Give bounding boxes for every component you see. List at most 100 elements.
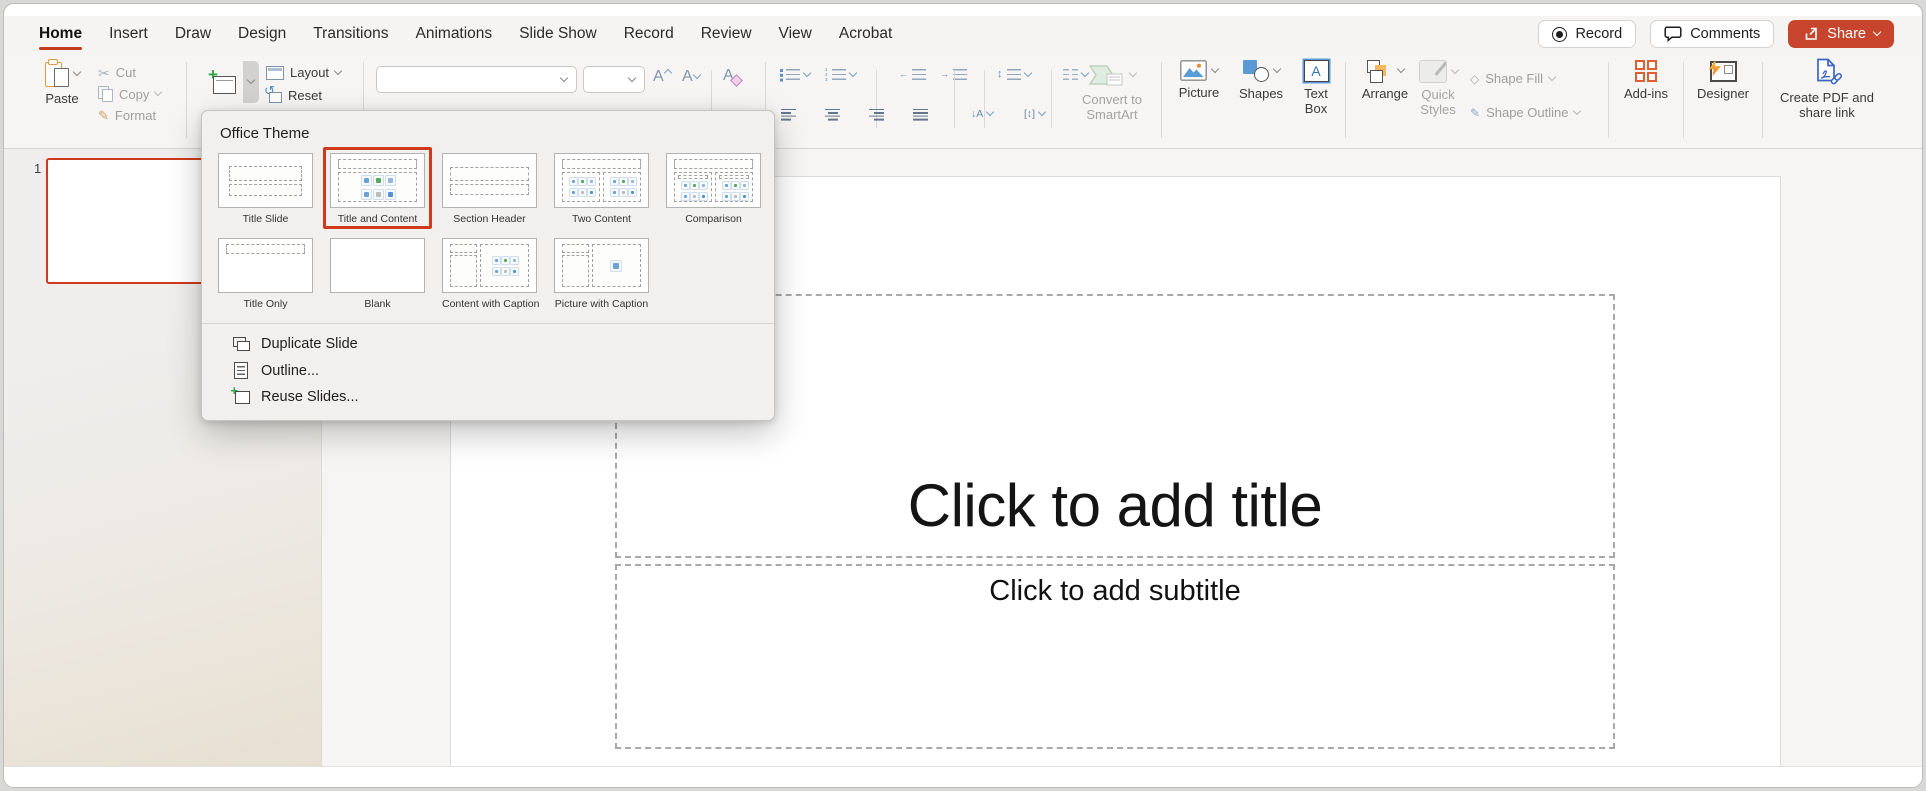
tab-view[interactable]: View xyxy=(779,25,812,43)
numbering-button[interactable] xyxy=(825,68,858,82)
decrease-font-size-button[interactable]: A xyxy=(682,69,701,85)
shape-outline-button[interactable]: ✎ Shape Outline xyxy=(1470,105,1582,120)
tab-record[interactable]: Record xyxy=(624,25,674,43)
text-direction-button[interactable]: ↓A xyxy=(971,108,995,120)
layout-label: Title and Content xyxy=(337,213,418,225)
share-label: Share xyxy=(1827,26,1866,42)
record-label: Record xyxy=(1575,26,1623,42)
menu-commands: Duplicate Slide Outline... Reuse Slides... xyxy=(202,331,774,410)
group-divider xyxy=(1161,62,1162,138)
copy-button[interactable]: Copy xyxy=(98,86,163,102)
reset-label: Reset xyxy=(288,88,322,103)
chevron-down-icon xyxy=(1210,64,1220,73)
chevron-down-icon xyxy=(1037,108,1047,117)
increase-font-size-button[interactable]: A xyxy=(653,69,672,85)
picture-button[interactable]: Picture xyxy=(1170,60,1228,101)
office-theme-header: Office Theme xyxy=(220,125,310,142)
arrange-button[interactable]: Arrange xyxy=(1354,60,1416,102)
subtitle-placeholder[interactable]: Click to add subtitle xyxy=(615,564,1615,749)
tab-slide-show[interactable]: Slide Show xyxy=(519,25,597,43)
comments-button[interactable]: Comments xyxy=(1650,20,1775,48)
quick-styles-label: Quick Styles xyxy=(1420,87,1456,117)
layout-thumbnail xyxy=(442,153,537,208)
group-divider xyxy=(186,62,187,138)
font-name-select[interactable] xyxy=(376,66,577,93)
layout-two-content[interactable]: Two Content xyxy=(554,153,649,225)
title-placeholder-text: Click to add title xyxy=(907,472,1323,539)
chevron-down-icon xyxy=(1128,68,1138,78)
comments-label: Comments xyxy=(1690,26,1761,42)
tab-home[interactable]: Home xyxy=(39,25,83,50)
menu-item-label: Outline... xyxy=(261,362,320,379)
layout-gallery: Title Slide Title and Content Section Head… xyxy=(202,147,774,310)
tab-acrobat[interactable]: Acrobat xyxy=(839,25,892,43)
menu-item-label: Duplicate Slide xyxy=(261,336,358,352)
layout-label: Layout xyxy=(290,65,330,80)
layout-blank[interactable]: Blank xyxy=(330,238,425,310)
layout-label: Picture with Caption xyxy=(554,298,649,310)
layout-label: Title Only xyxy=(243,298,288,310)
quick-styles-button[interactable]: Quick Styles xyxy=(1412,60,1464,118)
layout-section-header[interactable]: Section Header xyxy=(442,153,537,225)
chevron-down-icon xyxy=(246,75,256,85)
paste-button[interactable]: Paste xyxy=(32,59,92,107)
designer-icon xyxy=(1709,60,1737,82)
format-painter-button[interactable]: ✎ Format xyxy=(98,108,156,123)
tab-animations[interactable]: Animations xyxy=(416,25,493,43)
convert-to-smartart-button[interactable]: Convert to SmartArt xyxy=(1072,62,1152,123)
format-painter-icon: ✎ xyxy=(98,108,109,123)
layout-content-with-caption[interactable]: Content with Caption xyxy=(442,238,539,310)
vertical-align-icon: [↕] xyxy=(1024,108,1036,120)
layout-title-and-content[interactable]: Title and Content xyxy=(323,147,432,229)
share-button[interactable]: Share xyxy=(1788,20,1894,48)
layout-title-only[interactable]: Title Only xyxy=(218,238,313,310)
new-slide-dropdown-button[interactable] xyxy=(243,61,259,103)
shapes-button[interactable]: Shapes xyxy=(1232,60,1290,102)
bullets-button[interactable] xyxy=(780,68,812,80)
button-divider xyxy=(1051,70,1052,128)
tab-draw[interactable]: Draw xyxy=(175,25,211,43)
paste-icon xyxy=(44,59,69,87)
cut-label: Cut xyxy=(115,65,136,80)
align-right-button[interactable] xyxy=(869,109,884,121)
record-button[interactable]: Record xyxy=(1538,20,1637,48)
text-box-button[interactable]: A Text Box xyxy=(1293,60,1339,117)
shape-fill-button[interactable]: ◇ Shape Fill xyxy=(1470,71,1557,86)
pen-icon: ✎ xyxy=(1470,105,1481,120)
layout-thumbnail xyxy=(330,238,425,293)
layout-comparison[interactable]: Comparison xyxy=(666,153,761,225)
reset-button[interactable]: ↺ Reset xyxy=(264,83,322,104)
add-ins-button[interactable]: Add-ins xyxy=(1615,60,1677,102)
designer-button[interactable]: Designer xyxy=(1690,60,1756,102)
picture-icon xyxy=(1180,60,1207,81)
tab-review[interactable]: Review xyxy=(701,25,752,43)
cut-button[interactable]: ✂ Cut xyxy=(98,65,136,80)
chevron-down-icon xyxy=(1547,72,1557,81)
menu-item-reuse-slides[interactable]: Reuse Slides... xyxy=(202,383,774,410)
line-spacing-button[interactable]: ↕ xyxy=(997,68,1032,80)
layout-picture-with-caption[interactable]: Picture with Caption xyxy=(554,238,649,310)
align-center-button[interactable] xyxy=(825,109,840,121)
tab-transitions[interactable]: Transitions xyxy=(313,25,388,43)
justify-button[interactable] xyxy=(913,109,928,121)
chevron-down-icon xyxy=(1272,64,1281,74)
tab-design[interactable]: Design xyxy=(238,25,286,43)
new-slide-split-button[interactable]: + xyxy=(201,61,259,103)
layout-label: Section Header xyxy=(453,213,526,225)
window-bottom-strip xyxy=(4,766,1922,787)
align-left-button[interactable] xyxy=(781,109,796,121)
duplicate-slide-icon xyxy=(232,337,250,351)
new-slide-button[interactable]: + xyxy=(201,61,243,103)
record-icon xyxy=(1552,26,1568,42)
menu-item-outline[interactable]: Outline... xyxy=(202,357,774,384)
font-size-select[interactable] xyxy=(583,66,645,93)
layout-label: Two Content xyxy=(572,213,631,225)
tab-insert[interactable]: Insert xyxy=(109,25,148,43)
create-pdf-button[interactable]: Create PDF and share link xyxy=(1768,58,1886,121)
clear-formatting-button[interactable]: A xyxy=(723,68,743,87)
layout-button[interactable]: Layout xyxy=(266,65,343,80)
align-text-vertical-button[interactable]: [↕] xyxy=(1024,108,1047,120)
menu-item-duplicate-slide[interactable]: Duplicate Slide xyxy=(202,331,774,357)
layout-title-slide[interactable]: Title Slide xyxy=(218,153,313,225)
decrease-indent-button[interactable]: ← xyxy=(899,69,926,80)
